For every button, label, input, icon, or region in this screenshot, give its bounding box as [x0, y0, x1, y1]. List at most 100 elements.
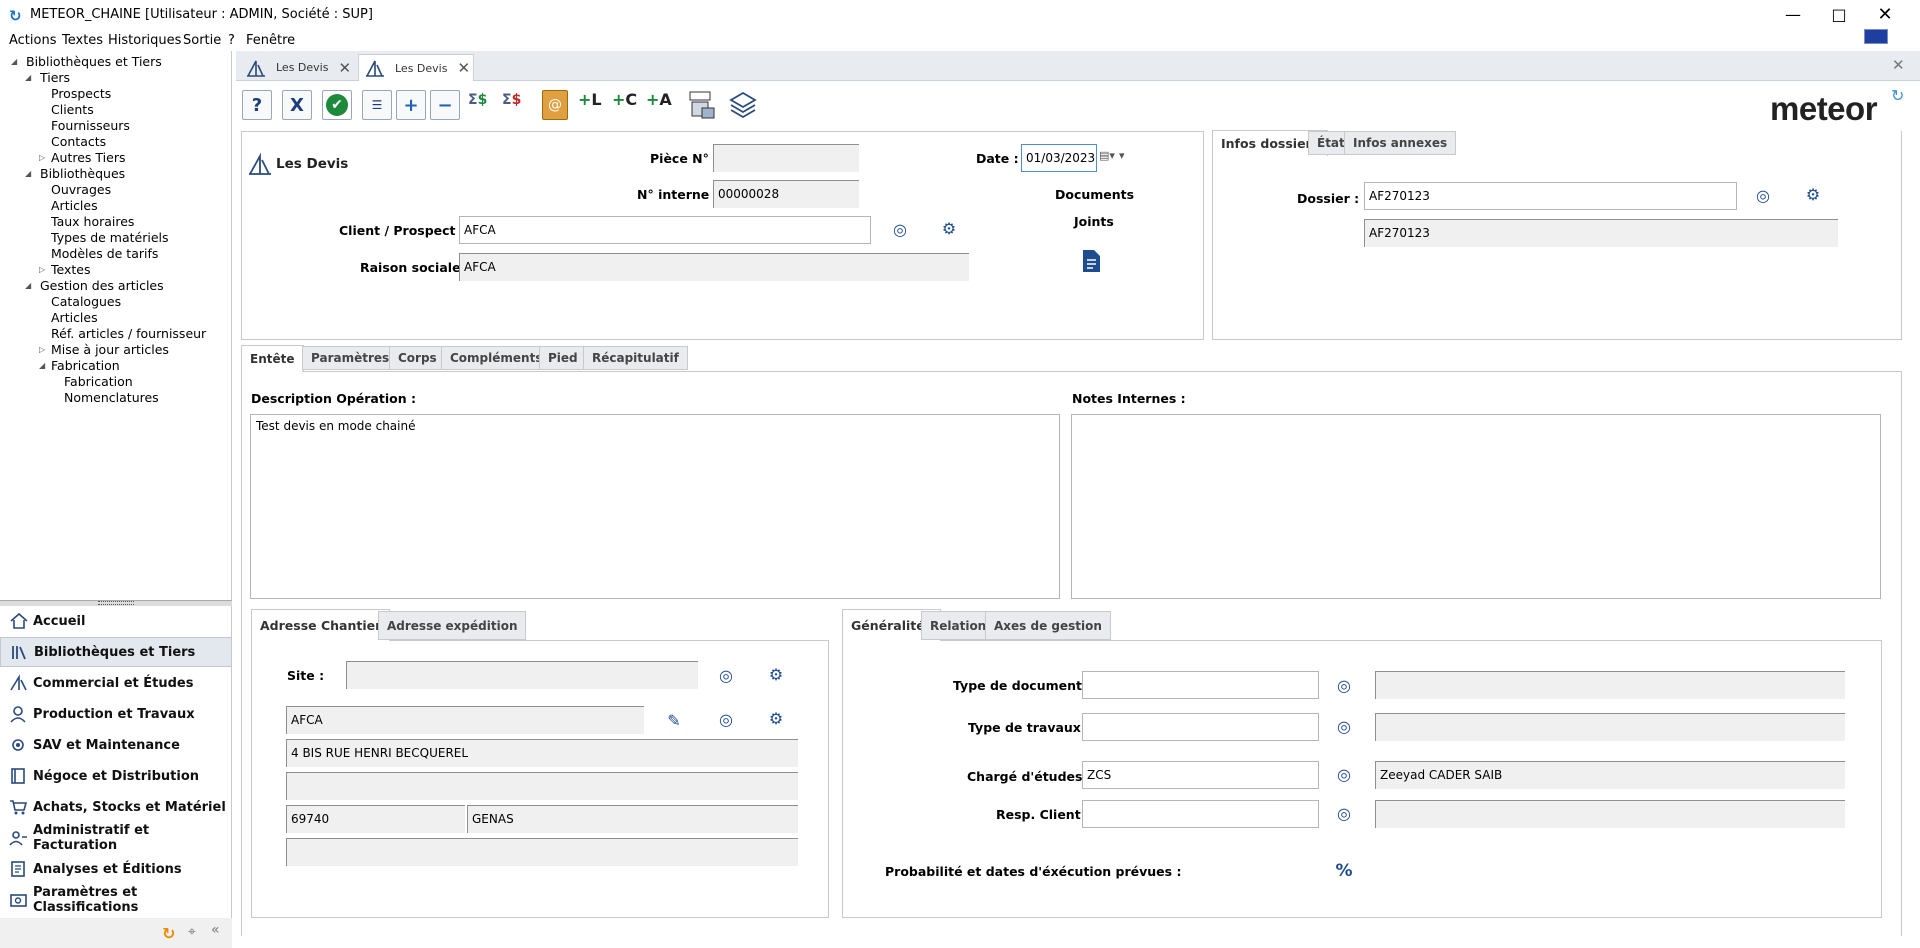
target-lookup-icon[interactable]: ◎ [716, 710, 736, 730]
close-all-icon[interactable]: ✕ [1892, 56, 1905, 74]
tree-item-bibliotheques[interactable]: Bibliothèques [40, 166, 125, 181]
collapse-icon[interactable]: ◢ [39, 361, 45, 370]
add-button[interactable]: + [396, 90, 426, 120]
target-lookup-icon[interactable]: ◎ [716, 666, 736, 686]
doc-tab-2-active[interactable]: Les Devis ✕ [358, 54, 474, 81]
date-field[interactable]: 01/03/2023 [1021, 144, 1097, 172]
raison-field[interactable]: AFCA [459, 253, 969, 281]
tree-item-nomenclatures[interactable]: Nomenclatures [64, 390, 159, 405]
resp-client-field[interactable] [1082, 800, 1319, 828]
client-field[interactable]: AFCA [459, 216, 871, 244]
gear-icon[interactable]: ⚙ [1803, 185, 1823, 205]
collapse-icon[interactable]: ◢ [25, 73, 31, 82]
tree-item-maj-articles[interactable]: Mise à jour articles [51, 342, 169, 357]
collapse-icon[interactable]: ◢ [11, 57, 17, 66]
type-document-field[interactable] [1082, 671, 1319, 699]
tree-item-articles[interactable]: Articles [51, 198, 98, 213]
calendar-icon[interactable]: ▤▾ [1099, 149, 1115, 162]
language-flag-icon[interactable] [1864, 29, 1888, 44]
tree-item-tiers[interactable]: Tiers [40, 70, 70, 85]
nav-bibliotheques-tiers[interactable]: Bibliothèques et Tiers [0, 637, 232, 667]
tree-item-ref-articles[interactable]: Réf. articles / fournisseur [51, 326, 206, 341]
pin-icon[interactable]: ⌖ [188, 924, 196, 940]
add-c-button[interactable]: +C [612, 90, 640, 120]
help-button[interactable]: ? [242, 90, 272, 120]
gear-icon[interactable]: ⚙ [939, 219, 959, 239]
nav-administratif-facturation[interactable]: Administratif et Facturation [0, 823, 232, 853]
dropdown-icon[interactable]: ▾ [1119, 149, 1125, 162]
nav-sav-maintenance[interactable]: SAV et Maintenance [0, 730, 232, 760]
tree-item-gestion-articles[interactable]: Gestion des articles [40, 278, 164, 293]
sum-remove-button[interactable]: Σ$ [502, 92, 532, 122]
type-travaux-field[interactable] [1082, 713, 1319, 741]
tab-axes-gestion[interactable]: Axes de gestion [985, 611, 1111, 640]
tab-entete[interactable]: Entête [241, 345, 304, 372]
address-name-field[interactable]: AFCA [286, 706, 644, 734]
address-line2-field[interactable] [286, 772, 798, 800]
nav-production-travaux[interactable]: Production et Travaux [0, 699, 232, 729]
gear-icon[interactable]: ⚙ [766, 665, 786, 685]
tree-item-articles-2[interactable]: Articles [51, 310, 98, 325]
nav-accueil[interactable]: Accueil [0, 606, 232, 636]
tree-item-taux-horaires[interactable]: Taux horaires [51, 214, 134, 229]
tab-adresse-chantier[interactable]: Adresse Chantier [251, 609, 391, 641]
close-tab-icon[interactable]: ✕ [338, 59, 351, 77]
maximize-button[interactable]: □ [1816, 0, 1862, 30]
tree-item-autres-tiers[interactable]: Autres Tiers [51, 150, 125, 165]
cancel-button[interactable]: X [282, 90, 312, 120]
expand-icon[interactable]: ▷ [39, 265, 45, 274]
tree-item-prospects[interactable]: Prospects [51, 86, 111, 101]
tree-item-ouvrages[interactable]: Ouvrages [51, 182, 111, 197]
city-field[interactable]: GENAS [467, 805, 798, 833]
piece-field[interactable] [713, 144, 859, 172]
charge-etudes-field[interactable]: ZCS [1082, 761, 1319, 789]
dossier-field[interactable]: AF270123 [1364, 182, 1737, 210]
collapse-sidebar-icon[interactable]: « [211, 922, 220, 938]
layers-button[interactable] [728, 90, 758, 120]
address-line1-field[interactable]: 4 BIS RUE HENRI BECQUEREL [286, 739, 798, 767]
sum-add-button[interactable]: Σ$ [468, 92, 498, 122]
document-icon[interactable] [1080, 248, 1102, 274]
expand-icon[interactable]: ▷ [39, 153, 45, 162]
menu-historiques[interactable]: Historiques [108, 33, 181, 48]
close-tab-icon[interactable]: ✕ [457, 59, 470, 77]
tree-item-fabrication-2[interactable]: Fabrication [64, 374, 133, 389]
target-lookup-icon[interactable]: ◎ [1334, 717, 1354, 737]
collapse-icon[interactable]: ◢ [25, 169, 31, 178]
zip-field[interactable]: 69740 [286, 805, 465, 833]
description-textarea[interactable]: Test devis en mode chainé [250, 414, 1060, 599]
tree-item-clients[interactable]: Clients [51, 102, 94, 117]
menu-textes[interactable]: Textes [62, 33, 103, 48]
add-a-button[interactable]: +A [646, 90, 674, 120]
close-window-button[interactable]: ✕ [1862, 0, 1908, 30]
doc-tab-1[interactable]: Les Devis ✕ [240, 54, 356, 81]
tree-item-fabrication[interactable]: Fabrication [51, 358, 120, 373]
tree-item-fournisseurs[interactable]: Fournisseurs [51, 118, 130, 133]
nav-achats-stocks[interactable]: Achats, Stocks et Matériel [0, 792, 232, 822]
target-lookup-icon[interactable]: ◎ [1753, 186, 1773, 206]
tree-item-bibliotheques-tiers[interactable]: Bibliothèques et Tiers [26, 54, 162, 69]
address-book-button[interactable]: @ [542, 90, 568, 120]
interne-field[interactable]: 00000028 [713, 180, 859, 208]
add-l-button[interactable]: +L [578, 90, 606, 120]
nav-analyses-editions[interactable]: Analyses et Éditions [0, 854, 232, 884]
nav-parametres-classifications[interactable]: Paramètres et Classifications [0, 885, 232, 915]
dce-button[interactable] [688, 90, 716, 120]
meteor-swirl-icon[interactable]: ↻ [162, 924, 175, 943]
tab-parametres[interactable]: Paramètres [302, 346, 399, 370]
edit-icon[interactable]: ✎ [664, 711, 684, 731]
tab-complements[interactable]: Compléments [441, 346, 552, 370]
target-lookup-icon[interactable]: ◎ [890, 220, 910, 240]
tab-recapitulatif[interactable]: Récapitulatif [583, 346, 688, 370]
percent-icon[interactable]: % [1334, 861, 1354, 881]
menu-sortie[interactable]: Sortie [183, 33, 221, 48]
remove-button[interactable]: − [430, 90, 460, 120]
expand-icon[interactable]: ▷ [39, 345, 45, 354]
notes-textarea[interactable] [1071, 414, 1881, 599]
menu-fenetre[interactable]: Fenêtre [246, 33, 295, 48]
tree-item-modeles-tarifs[interactable]: Modèles de tarifs [51, 246, 158, 261]
tab-adresse-expedition[interactable]: Adresse expédition [378, 611, 527, 640]
tab-infos-annexes[interactable]: Infos annexes [1344, 131, 1457, 155]
target-lookup-icon[interactable]: ◎ [1334, 804, 1354, 824]
tab-pied[interactable]: Pied [539, 346, 587, 370]
